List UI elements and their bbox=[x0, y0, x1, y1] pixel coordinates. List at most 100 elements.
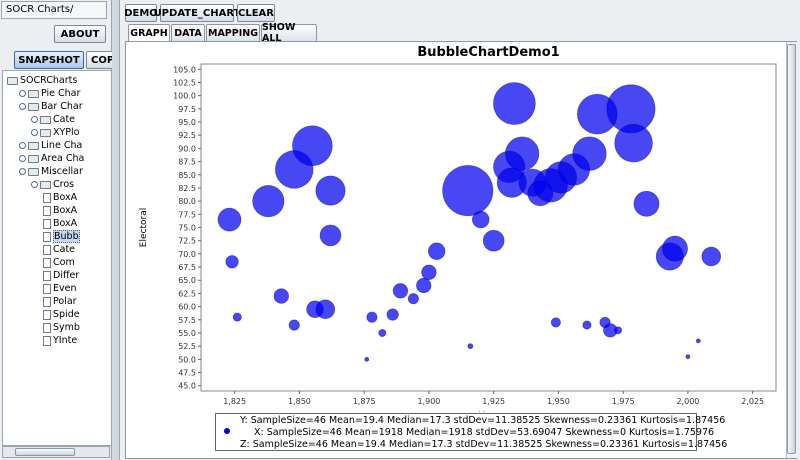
tree-node-label: BoxA bbox=[53, 192, 78, 203]
tree-node[interactable]: BoxA bbox=[43, 217, 77, 230]
tree-node[interactable]: Pie Char bbox=[19, 87, 80, 100]
document-icon bbox=[43, 335, 51, 346]
tree-node-label: BoxA bbox=[53, 205, 78, 216]
expand-handle-icon[interactable] bbox=[19, 90, 26, 97]
bubble-point bbox=[407, 293, 419, 305]
y-tick-label: 75.0 bbox=[178, 224, 196, 233]
folder-icon bbox=[28, 154, 39, 163]
bubble-point bbox=[378, 329, 387, 337]
tree-node[interactable]: Area Cha bbox=[19, 152, 84, 165]
expand-handle-icon[interactable] bbox=[31, 181, 38, 188]
snapshot-button[interactable]: SNAPSHOT bbox=[14, 51, 84, 69]
expand-handle-icon[interactable] bbox=[31, 116, 38, 123]
tree-node-label: Com bbox=[53, 257, 75, 268]
folder-icon bbox=[7, 76, 18, 85]
y-tick-label: 52.5 bbox=[178, 342, 196, 351]
tree-node[interactable]: Differ bbox=[43, 269, 79, 282]
y-tick-label: 60.0 bbox=[178, 303, 196, 312]
y-tick-label: 70.0 bbox=[178, 250, 196, 259]
folder-icon bbox=[28, 89, 39, 98]
tree-node[interactable]: Spide bbox=[43, 308, 80, 321]
y-tick-label: 97.5 bbox=[178, 105, 196, 114]
tree-node-label: Bar Char bbox=[41, 101, 83, 112]
folder-icon bbox=[40, 115, 51, 124]
bubble-point bbox=[225, 255, 239, 269]
document-icon bbox=[43, 322, 51, 333]
bubble-point bbox=[315, 175, 346, 206]
bubble-point bbox=[685, 354, 691, 360]
expand-handle-icon[interactable] bbox=[19, 142, 26, 149]
chart-title: BubbleChartDemo1 bbox=[417, 45, 559, 60]
tree-node[interactable]: Cate bbox=[43, 243, 75, 256]
tree-node[interactable]: Symb bbox=[43, 321, 80, 334]
y-tick-label: 50.0 bbox=[178, 355, 196, 364]
y-tick-label: 67.5 bbox=[178, 263, 196, 272]
tree-node[interactable]: YInte bbox=[43, 334, 77, 347]
chart-tree[interactable]: SOCRCharts Pie Char Bar Char Cate XYPlo Line … bbox=[2, 70, 112, 446]
tree-node[interactable]: Line Cha bbox=[19, 139, 82, 152]
tree-node-label: Symb bbox=[53, 322, 80, 333]
document-icon bbox=[43, 244, 51, 255]
bubble-point bbox=[386, 308, 399, 321]
expand-handle-icon[interactable] bbox=[31, 129, 38, 136]
y-tick-label: 100.0 bbox=[173, 92, 196, 101]
document-icon bbox=[43, 270, 51, 281]
tree-node-label: Cate bbox=[53, 244, 76, 255]
expand-handle-icon[interactable] bbox=[19, 168, 26, 175]
tree-node[interactable]: Miscellar bbox=[19, 165, 83, 178]
clear-button[interactable]: CLEAR bbox=[237, 4, 275, 22]
scrollbar-thumb[interactable] bbox=[15, 448, 75, 456]
tree-node-label: Differ bbox=[53, 270, 80, 281]
y-tick-label: 77.5 bbox=[178, 210, 196, 219]
y-tick-label: 87.5 bbox=[178, 158, 196, 167]
update-chart-button[interactable]: UPDATE_CHART bbox=[154, 4, 240, 22]
y-tick-label: 80.0 bbox=[178, 197, 196, 206]
expand-handle-icon[interactable] bbox=[19, 103, 26, 110]
x-tick-label: 1,900 bbox=[417, 397, 440, 406]
x-tick-label: 1,875 bbox=[353, 397, 376, 406]
expand-handle-icon[interactable] bbox=[19, 155, 26, 162]
tree-node[interactable]: Bubb bbox=[43, 230, 80, 243]
tree-node[interactable]: Even bbox=[43, 282, 77, 295]
tree-node[interactable]: Cate bbox=[31, 113, 75, 126]
y-tick-label: 45.0 bbox=[178, 382, 196, 391]
tree-horizontal-scrollbar[interactable] bbox=[2, 446, 110, 458]
demo-button[interactable]: DEMO bbox=[124, 4, 158, 22]
tree-node[interactable]: BoxA bbox=[43, 204, 77, 217]
about-button[interactable]: ABOUT bbox=[54, 25, 106, 43]
tree-node[interactable]: Bar Char bbox=[19, 100, 83, 113]
tab-bar: GRAPH DATA MAPPING SHOW ALL bbox=[125, 22, 797, 44]
tree-node[interactable]: SOCRCharts bbox=[7, 74, 77, 87]
document-icon bbox=[43, 231, 51, 242]
tab-mapping[interactable]: MAPPING bbox=[206, 24, 260, 41]
bubble-point bbox=[550, 317, 561, 328]
x-tick-label: 2,000 bbox=[676, 397, 699, 406]
tree-node[interactable]: Com bbox=[43, 256, 75, 269]
tree-node[interactable]: Cros bbox=[31, 178, 74, 191]
tree-node-label: YInte bbox=[53, 335, 78, 346]
split-pane-divider[interactable] bbox=[112, 0, 120, 460]
bubble-point bbox=[427, 242, 446, 260]
tree-node-label: Area Cha bbox=[41, 153, 85, 164]
tree-node-label: Line Cha bbox=[41, 140, 83, 151]
bubble-point bbox=[701, 246, 721, 267]
tree-node[interactable]: XYPlo bbox=[31, 126, 80, 139]
plot-area bbox=[200, 63, 777, 392]
tree-node[interactable]: Polar bbox=[43, 295, 77, 308]
x-tick-label: 1,850 bbox=[288, 397, 311, 406]
bubble-point bbox=[319, 224, 342, 247]
bubble-point bbox=[493, 82, 536, 125]
folder-icon bbox=[40, 128, 51, 137]
document-icon bbox=[43, 257, 51, 268]
tree-node[interactable]: BoxA bbox=[43, 191, 77, 204]
tab-graph[interactable]: GRAPH bbox=[128, 24, 170, 42]
bubble-point bbox=[364, 356, 370, 362]
tab-show-all[interactable]: SHOW ALL bbox=[261, 22, 317, 44]
y-tick-label: 95.0 bbox=[178, 118, 196, 127]
tree-node-label: Cate bbox=[53, 114, 76, 125]
bubble-point bbox=[416, 277, 432, 294]
x-axis-label: Year bbox=[478, 411, 498, 412]
scrollbar-thumb[interactable] bbox=[787, 44, 796, 454]
tab-data[interactable]: DATA bbox=[171, 24, 205, 41]
tree-node-label: Polar bbox=[53, 296, 77, 307]
